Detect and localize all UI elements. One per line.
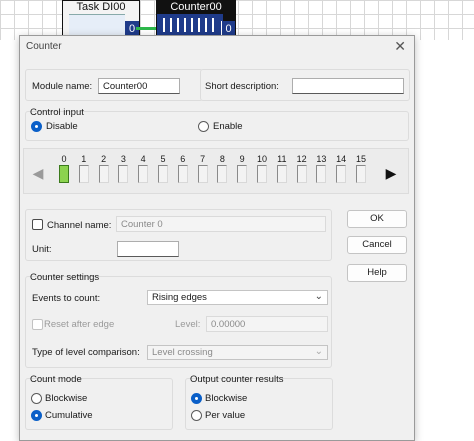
counter-bars-icon [163, 18, 214, 32]
output-per-value-label: Per value [205, 410, 246, 421]
channel-slot-15[interactable] [356, 165, 366, 183]
events-select[interactable]: Rising edges ⌄ [147, 290, 328, 305]
help-button[interactable]: Help [347, 264, 407, 282]
channel-slot-5[interactable] [158, 165, 168, 183]
output-results-title: Output counter results [190, 374, 284, 385]
level-label: Level: [175, 319, 201, 330]
short-description-input[interactable] [292, 78, 404, 94]
close-icon[interactable]: ✕ [394, 38, 406, 55]
task-di00-block[interactable]: Task DI00 0 [62, 0, 140, 37]
counter00-block[interactable]: Counter00 0 [156, 0, 236, 37]
output-blockwise-label: Blockwise [205, 393, 248, 404]
channel-slot-0[interactable] [59, 165, 69, 183]
count-cumulative-radio[interactable] [31, 410, 42, 421]
channel-number: 12 [296, 154, 307, 164]
channel-slot-3[interactable] [118, 165, 129, 183]
task-block-title: Task DI00 [76, 1, 126, 13]
output-blockwise-radio[interactable] [191, 393, 202, 404]
channel-number: 9 [239, 154, 245, 164]
channel-number: 2 [101, 154, 107, 164]
count-mode-title: Count mode [30, 374, 82, 385]
chevron-down-icon: ⌄ [314, 346, 323, 357]
channel-number: 15 [355, 154, 366, 164]
channel-number: 13 [316, 154, 327, 164]
channel-number: 4 [140, 154, 146, 164]
channel-name-checkbox[interactable] [32, 219, 43, 230]
channel-slot-8[interactable] [217, 165, 228, 183]
enable-label: Enable [213, 121, 243, 132]
counter-settings-title: Counter settings [30, 272, 100, 283]
channel-number: 14 [336, 154, 347, 164]
scroll-left-icon[interactable]: ◀ [31, 164, 45, 182]
level-type-value: Level crossing [152, 347, 213, 358]
counter-block-body [157, 14, 223, 37]
output-results-group [185, 378, 333, 430]
task-block-body [69, 14, 125, 36]
counter-block-title: Counter00 [170, 1, 222, 13]
channel-number: 11 [277, 154, 287, 164]
channel-number: 6 [180, 154, 186, 164]
count-mode-group [25, 378, 173, 430]
dialog-title: Counter [26, 41, 62, 52]
connection-wire [136, 27, 158, 30]
control-input-title: Control input [30, 107, 84, 118]
channel-number: 3 [120, 154, 126, 164]
channel-number: 7 [200, 154, 206, 164]
ok-button[interactable]: OK [347, 210, 407, 228]
reset-label: Reset after edge [44, 319, 115, 330]
events-label: Events to count: [32, 293, 101, 304]
unit-label: Unit: [32, 244, 52, 255]
count-cumulative-label: Cumulative [45, 410, 93, 421]
channel-name-input[interactable]: Counter 0 [116, 216, 326, 232]
scroll-right-icon[interactable]: ▶ [384, 164, 398, 182]
count-blockwise-label: Blockwise [45, 393, 88, 404]
channel-slot-11[interactable] [276, 165, 287, 183]
counter-dialog: Counter ✕ Module name: Counter00 Short d… [19, 35, 415, 441]
count-blockwise-radio[interactable] [31, 393, 42, 404]
channel-slot-14[interactable] [336, 165, 347, 183]
channel-slot-1[interactable] [78, 165, 89, 183]
channel-number: 10 [256, 154, 267, 164]
level-input[interactable]: 0.00000 [206, 316, 328, 332]
chevron-down-icon: ⌄ [314, 291, 323, 302]
channel-number: 0 [61, 154, 67, 164]
channel-slot-9[interactable] [237, 165, 248, 183]
channel-slot-2[interactable] [98, 165, 109, 183]
channel-slot-4[interactable] [138, 165, 149, 183]
level-type-label: Type of level comparison: [32, 347, 140, 358]
module-name-input[interactable]: Counter00 [98, 78, 180, 94]
channel-number: 8 [219, 154, 225, 164]
output-per-value-radio[interactable] [191, 410, 202, 421]
module-name-label: Module name: [32, 81, 93, 92]
unit-input[interactable] [117, 241, 179, 257]
channel-number: 5 [160, 154, 166, 164]
diagram-canvas: Task DI00 0 Counter00 0 [0, 0, 474, 40]
channel-strip: ◀ 0 1 2 3 4 5 6 7 8 9 10 11 12 13 14 15 ▶ [23, 148, 409, 194]
channel-slot-10[interactable] [257, 165, 267, 183]
channel-slot-12[interactable] [296, 165, 307, 183]
reset-checkbox[interactable] [32, 319, 43, 330]
disable-radio[interactable] [31, 121, 42, 132]
channel-slot-13[interactable] [316, 165, 327, 183]
short-description-label: Short description: [205, 81, 279, 92]
channel-number: 1 [81, 154, 87, 164]
cancel-button[interactable]: Cancel [347, 236, 407, 254]
channel-slot-7[interactable] [197, 165, 208, 183]
channel-slot-6[interactable] [177, 165, 188, 183]
level-type-select[interactable]: Level crossing ⌄ [147, 345, 328, 360]
events-value: Rising edges [152, 292, 207, 303]
enable-radio[interactable] [198, 121, 209, 132]
disable-label: Disable [46, 121, 78, 132]
channel-name-label: Channel name: [47, 220, 112, 231]
